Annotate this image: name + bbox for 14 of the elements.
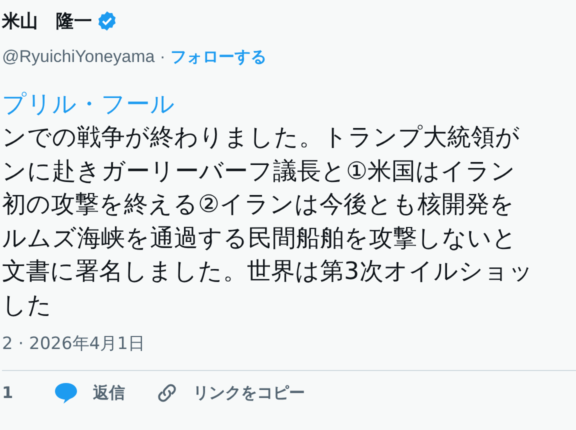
tweet-text-line: した (2, 290, 52, 320)
reply-button[interactable]: 返信 (53, 380, 126, 404)
tweet-text-line: ルムズ海峡を通過する民間船舶を攻撃しないと (2, 222, 517, 254)
tweet-text-line: ンに赴きガーリーバーフ議長と①米国はイラン (2, 156, 516, 186)
tweet-text-line: 初の攻撃を終える②イランは今後とも核開発を (2, 189, 515, 220)
author-handle: @RyuichiYoneyama (2, 46, 155, 68)
copy-link-button[interactable]: リンクをコピー (155, 380, 306, 404)
tweet-text-line: ンでの戦争が終わりました。トランプ大統領が (2, 122, 520, 153)
separator-dot: · (160, 46, 166, 68)
tweet-text-line: 文書に署名しました。世界は第3次オイルショッ (2, 256, 534, 287)
speech-bubble-icon (53, 380, 80, 404)
author-name: 米山 隆一 (2, 10, 92, 34)
like-count: 1 (2, 382, 14, 404)
tweet-timestamp: 2 · 2026年4月1日 (2, 333, 145, 356)
